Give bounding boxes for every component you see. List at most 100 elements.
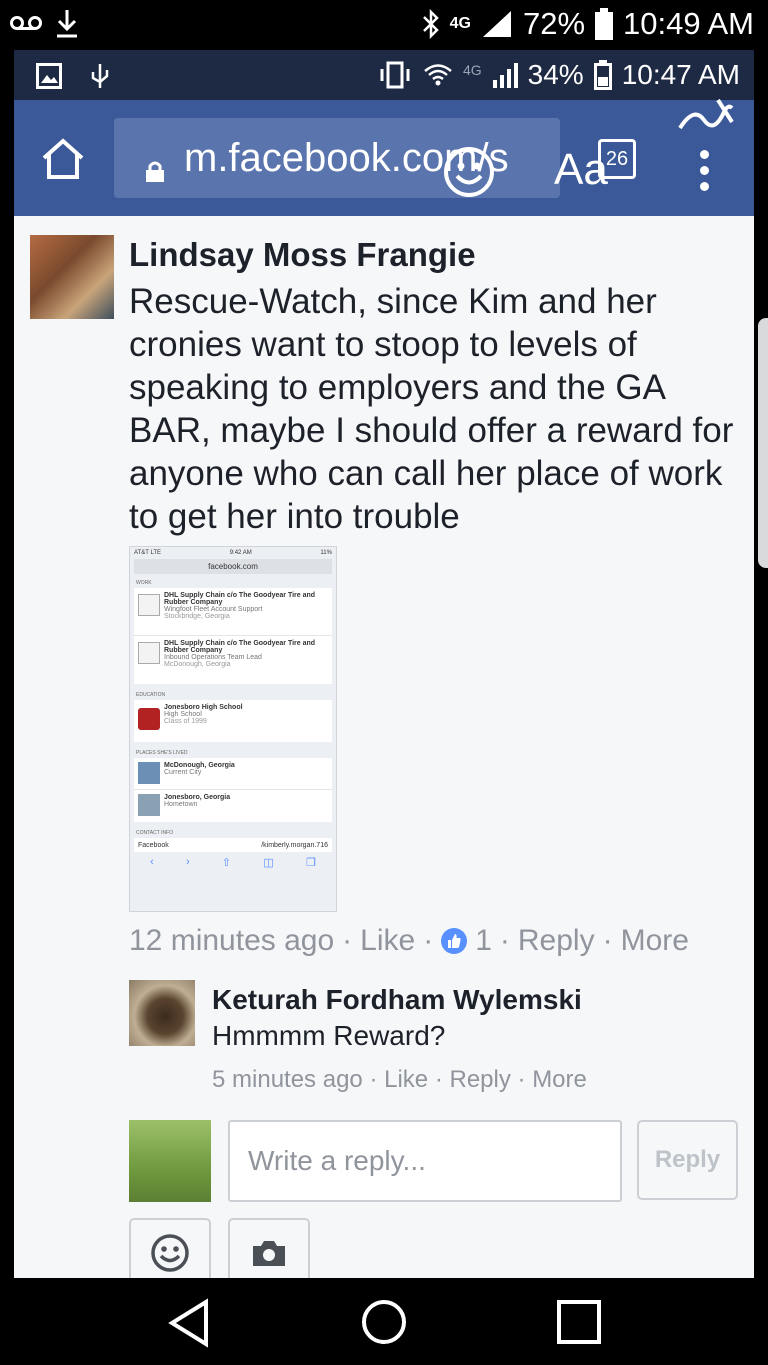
shot-share-icon: ⇧ bbox=[221, 857, 232, 869]
shot-places-header: PLACES SHE'S LIVED bbox=[136, 750, 188, 756]
shot-status-bar: AT&T LTE 9:42 AM 11% bbox=[130, 547, 336, 559]
shot-place-row: McDonough, Georgia Current City bbox=[134, 758, 332, 790]
shot-place-title: McDonough, Georgia bbox=[164, 762, 235, 769]
shot-work-sub2: McDonough, Georgia bbox=[164, 661, 231, 668]
recents-icon[interactable] bbox=[556, 1299, 602, 1345]
more-link[interactable]: More bbox=[621, 924, 689, 958]
separator: · bbox=[369, 1066, 385, 1093]
shot-work-row: DHL Supply Chain c/o The Goodyear Tire a… bbox=[134, 588, 332, 636]
vibrate-icon bbox=[380, 61, 410, 89]
shot-work-title: DHL Supply Chain c/o The Goodyear Tire a… bbox=[164, 640, 316, 654]
shot-time: 9:42 AM bbox=[229, 550, 252, 556]
shot-work-sub1: Wingfoot Fleet Account Support bbox=[164, 606, 263, 613]
usb-icon bbox=[91, 64, 109, 88]
tab-count-button[interactable]: 26 bbox=[598, 139, 636, 179]
scroll-handle[interactable] bbox=[758, 318, 768, 568]
shot-tabs-icon: ❐ bbox=[305, 857, 316, 869]
shot-contact-label: Facebook bbox=[138, 842, 169, 849]
shot-school-row: Jonesboro High School High School Class … bbox=[134, 700, 332, 742]
inner-battery-icon bbox=[593, 60, 612, 90]
shot-place-sub: Current City bbox=[164, 769, 202, 776]
shot-work-sub1: Inbound Operations Team Lead bbox=[164, 654, 262, 661]
shot-carrier: AT&T LTE bbox=[134, 550, 162, 556]
signal-icon bbox=[482, 11, 511, 37]
reply-body: Hmmmm Reward? bbox=[212, 1020, 446, 1051]
separator: · bbox=[434, 1066, 450, 1093]
voicemail-icon bbox=[10, 16, 42, 30]
comment-meta: 12 minutes ago · Like · 1 · Reply · More bbox=[129, 924, 689, 958]
shot-work-sub2: Stockbridge, Georgia bbox=[164, 613, 230, 620]
reply-link[interactable]: Reply bbox=[518, 924, 595, 958]
reply-more-link[interactable]: More bbox=[532, 1066, 587, 1093]
camera-button[interactable] bbox=[228, 1218, 310, 1278]
comment-body: Rescue-Watch, since Kim and her cronies … bbox=[129, 282, 734, 536]
inner-clock: 10:47 AM bbox=[621, 59, 740, 90]
shot-work-title: DHL Supply Chain c/o The Goodyear Tire a… bbox=[164, 592, 316, 606]
shot-school-sub1: High School bbox=[164, 711, 202, 718]
reply-like-link[interactable]: Like bbox=[384, 1066, 428, 1093]
shot-work-header: WORK bbox=[136, 580, 152, 586]
composer-avatar bbox=[129, 1120, 211, 1202]
attached-screenshot[interactable]: AT&T LTE 9:42 AM 11% facebook.com WORK D… bbox=[129, 546, 337, 912]
shot-contact-row: Facebook /kimberly.morgan.716 bbox=[134, 838, 332, 852]
separator: · bbox=[602, 924, 613, 957]
battery-icon bbox=[595, 8, 614, 40]
shot-place-title: Jonesboro, Georgia bbox=[164, 794, 231, 801]
separator: · bbox=[499, 924, 510, 957]
reply-avatar[interactable] bbox=[129, 980, 195, 1046]
back-icon[interactable] bbox=[166, 1298, 212, 1348]
android-nav-bar bbox=[0, 1278, 768, 1365]
shot-back-icon: ‹ bbox=[150, 856, 154, 868]
inner-network-label: 4G bbox=[462, 62, 482, 78]
shot-education-header: EDUCATION bbox=[136, 692, 166, 698]
pen-icon[interactable] bbox=[674, 98, 734, 148]
lock-icon bbox=[144, 147, 166, 182]
reply-input[interactable]: Write a reply... bbox=[228, 1120, 622, 1202]
camera-icon bbox=[253, 1241, 285, 1266]
outer-network-label: 4G bbox=[449, 15, 471, 32]
separator: · bbox=[342, 924, 353, 957]
shot-school-sub2: Class of 1999 bbox=[164, 718, 207, 725]
like-link[interactable]: Like bbox=[360, 924, 415, 958]
reply-button[interactable]: Reply bbox=[637, 1120, 738, 1200]
reply-meta: 5 minutes ago · Like · Reply · More bbox=[212, 1066, 587, 1094]
nav-home-icon[interactable] bbox=[360, 1298, 408, 1346]
shot-battery: 11% bbox=[320, 550, 332, 556]
shot-work-row: DHL Supply Chain c/o The Goodyear Tire a… bbox=[134, 636, 332, 684]
shot-url: facebook.com bbox=[134, 559, 332, 574]
reply-author[interactable]: Keturah Fordham Wylemski bbox=[212, 984, 582, 1016]
emoji-button[interactable] bbox=[129, 1218, 211, 1278]
inner-battery-percent: 34% bbox=[527, 59, 584, 90]
shot-bookmarks-icon: ◫ bbox=[263, 857, 274, 869]
shot-contact-value: /kimberly.morgan.716 bbox=[261, 842, 328, 849]
shot-contact-header: CONTACT INFO bbox=[136, 830, 174, 836]
bluetooth-icon bbox=[422, 9, 439, 39]
inner-status-bar: 4G 34% 10:47 AM bbox=[14, 50, 754, 100]
separator: · bbox=[517, 1066, 533, 1093]
reply-reply-link[interactable]: Reply bbox=[449, 1066, 510, 1093]
image-icon bbox=[36, 63, 62, 89]
smiley-icon bbox=[151, 1234, 189, 1272]
reply-time[interactable]: 5 minutes ago bbox=[212, 1066, 363, 1093]
reaction-count[interactable]: 1 bbox=[475, 924, 492, 958]
reply-input-placeholder: Write a reply... bbox=[248, 1145, 426, 1176]
shot-school-title: Jonesboro High School bbox=[164, 704, 243, 711]
home-icon[interactable] bbox=[40, 136, 86, 182]
shot-forward-icon: › bbox=[186, 856, 190, 868]
wifi-icon bbox=[424, 64, 452, 86]
avatar[interactable] bbox=[30, 235, 114, 319]
screenshot-frame: 4G 34% 10:47 AM m.facebook.com/s Aa 26 L… bbox=[14, 50, 754, 1278]
outer-battery-percent: 72% bbox=[522, 6, 586, 41]
shot-place-sub: Hometown bbox=[164, 801, 198, 808]
comment-time[interactable]: 12 minutes ago bbox=[129, 924, 334, 958]
like-icon[interactable] bbox=[441, 928, 468, 954]
outer-status-bar: 4G 72% 10:49 AM bbox=[0, 0, 768, 50]
smiley-icon[interactable] bbox=[442, 145, 496, 199]
outer-clock: 10:49 AM bbox=[623, 6, 754, 41]
menu-icon[interactable] bbox=[700, 150, 710, 198]
comment-author[interactable]: Lindsay Moss Frangie bbox=[129, 236, 476, 274]
download-icon bbox=[57, 10, 77, 38]
separator: · bbox=[423, 924, 434, 957]
comment-thread: Lindsay Moss Frangie Rescue-Watch, since… bbox=[14, 216, 754, 1278]
shot-toolbar: ‹ › ⇧ ◫ ❐ bbox=[130, 852, 336, 873]
